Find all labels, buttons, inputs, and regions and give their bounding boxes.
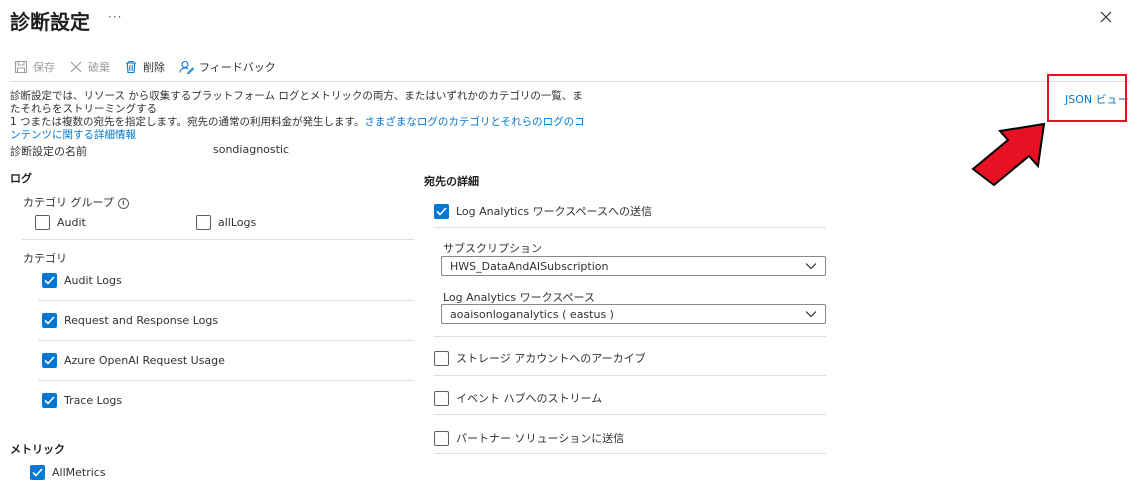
checkmark-icon (436, 206, 447, 216)
destination-section-title: 宛先の詳細 (424, 175, 479, 188)
description-line2: 1 つまたは複数の宛先を指定します。宛先の通常の利用料金が発生します。 (10, 116, 365, 128)
checkbox-event-hub[interactable]: イベント ハブへのストリーム (434, 390, 602, 406)
subscription-value: HWS_DataAndAISubscription (450, 259, 609, 273)
checkbox-log-analytics[interactable]: Log Analytics ワークスペースへの送信 (434, 203, 652, 219)
command-bar: 保存 破棄 削除 フィードバック (14, 57, 290, 77)
checkbox-request-response-logs[interactable]: Request and Response Logs (42, 313, 218, 328)
more-options-button[interactable]: ··· (108, 10, 122, 24)
group-divider (22, 239, 414, 240)
settings-name-value: sondiagnostic (213, 143, 290, 156)
row-divider (434, 375, 826, 376)
checkbox-box[interactable] (42, 353, 57, 368)
checkbox-partner-solution[interactable]: パートナー ソリューションに送信 (434, 430, 624, 446)
discard-button[interactable]: 破棄 (69, 59, 110, 75)
checkbox-box[interactable] (434, 390, 449, 406)
checkbox-allmetrics[interactable]: AllMetrics (30, 465, 106, 480)
save-icon (14, 60, 28, 74)
settings-name-label: 診断設定の名前 (10, 145, 87, 158)
logs-section-title: ログ (10, 172, 32, 185)
row-divider (38, 300, 414, 301)
category-groups-text: カテゴリ グループ (23, 196, 114, 209)
toolbar-divider (10, 81, 1130, 82)
row-divider (434, 227, 826, 228)
checkbox-box[interactable] (42, 313, 57, 328)
chevron-down-icon (805, 263, 817, 270)
checkbox-label: Log Analytics ワークスペースへの送信 (456, 205, 652, 218)
checkmark-icon (44, 356, 55, 365)
checkbox-box[interactable] (30, 465, 45, 480)
category-groups-label: カテゴリ グループ i (23, 194, 129, 210)
close-icon (1100, 11, 1112, 23)
workspace-label: Log Analytics ワークスペース (443, 291, 595, 304)
checkbox-label: AllMetrics (52, 466, 106, 479)
row-divider (434, 414, 826, 415)
checkbox-box[interactable] (434, 203, 449, 219)
discard-label: 破棄 (88, 61, 110, 74)
subscription-label: サブスクリプション (443, 242, 542, 255)
row-divider (434, 336, 826, 337)
feedback-button[interactable]: フィードバック (179, 59, 276, 75)
highlight-box (1047, 74, 1127, 122)
workspace-dropdown[interactable]: aoaisonloganalytics ( eastus ) (441, 304, 826, 324)
page-title: 診断設定 (10, 10, 90, 34)
description-line1: 診断設定では、リソース から収集するプラットフォーム ログとメトリックの両方、ま… (10, 90, 583, 115)
workspace-value: aoaisonloganalytics ( eastus ) (450, 307, 614, 321)
delete-button[interactable]: 削除 (124, 59, 165, 75)
checkbox-label: Audit Logs (64, 274, 122, 287)
checkbox-openai-request-usage[interactable]: Azure OpenAI Request Usage (42, 353, 225, 368)
row-divider (38, 340, 414, 341)
description-text: 診断設定では、リソース から収集するプラットフォーム ログとメトリックの両方、ま… (10, 90, 585, 142)
metrics-section-title: メトリック (10, 443, 65, 456)
checkbox-box[interactable] (42, 393, 57, 408)
row-divider (434, 453, 826, 454)
checkmark-icon (44, 396, 55, 405)
categories-label: カテゴリ (23, 252, 67, 265)
chevron-down-icon (805, 311, 817, 318)
checkbox-label: allLogs (218, 216, 257, 229)
feedback-label: フィードバック (199, 61, 276, 74)
checkbox-box[interactable] (35, 215, 50, 230)
checkbox-label: Audit (57, 216, 86, 229)
checkbox-box[interactable] (42, 273, 57, 288)
checkbox-audit[interactable]: Audit (35, 215, 86, 230)
checkbox-label: Trace Logs (64, 394, 123, 407)
checkbox-box[interactable] (196, 215, 211, 230)
subscription-dropdown[interactable]: HWS_DataAndAISubscription (441, 256, 826, 276)
checkmark-icon (32, 468, 43, 477)
row-divider (38, 380, 414, 381)
checkbox-audit-logs[interactable]: Audit Logs (42, 273, 122, 288)
checkbox-label: パートナー ソリューションに送信 (456, 432, 625, 445)
info-icon: i (117, 197, 129, 209)
discard-icon (70, 61, 82, 73)
checkbox-label: Azure OpenAI Request Usage (64, 354, 225, 367)
checkbox-alllogs[interactable]: allLogs (196, 215, 256, 230)
checkbox-label: イベント ハブへのストリーム (456, 392, 603, 405)
delete-label: 削除 (143, 61, 165, 74)
checkbox-box[interactable] (434, 350, 449, 366)
checkmark-icon (44, 276, 55, 285)
save-label: 保存 (33, 61, 55, 74)
checkbox-trace-logs[interactable]: Trace Logs (42, 393, 122, 408)
checkbox-storage-account[interactable]: ストレージ アカウントへのアーカイブ (434, 350, 646, 366)
save-button[interactable]: 保存 (14, 59, 55, 75)
checkbox-label: ストレージ アカウントへのアーカイブ (456, 352, 646, 365)
feedback-icon (179, 60, 194, 74)
checkbox-box[interactable] (434, 430, 449, 446)
close-button[interactable] (1097, 8, 1115, 26)
checkbox-label: Request and Response Logs (64, 314, 219, 327)
annotation-arrow-icon (971, 122, 1046, 187)
checkmark-icon (44, 316, 55, 325)
trash-icon (126, 60, 136, 74)
